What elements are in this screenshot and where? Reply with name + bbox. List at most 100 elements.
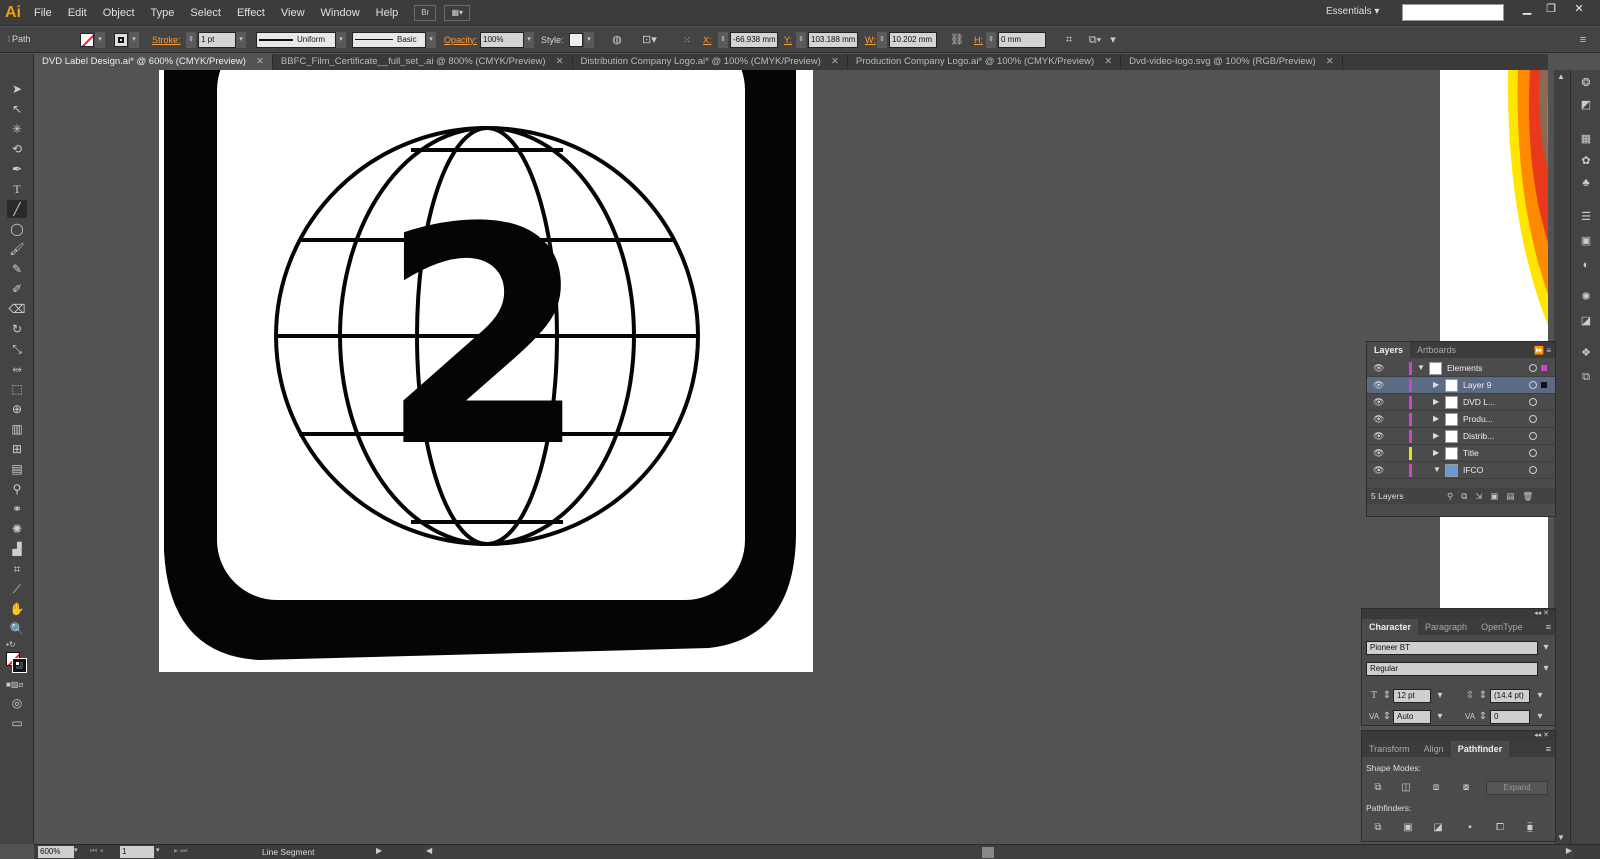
shape-builder-tool-icon[interactable]: ⊕	[7, 400, 27, 418]
lasso-tool-icon[interactable]: ⟲	[7, 140, 27, 158]
outline-icon[interactable]: ⧠	[1492, 821, 1508, 835]
layers-panel-icon[interactable]: ❖	[1579, 346, 1593, 360]
divide-icon[interactable]: ⧉	[1370, 821, 1386, 835]
y-label[interactable]: Y:	[784, 35, 792, 45]
arrange-documents-button[interactable]: ▦▾	[444, 4, 471, 21]
stroke-color-dropdown[interactable]: ▾	[129, 32, 139, 48]
width-tool-icon[interactable]: ⥈	[7, 360, 27, 378]
panel-menu-icon[interactable]: ≡	[1546, 744, 1555, 754]
artboard-nav-last-icon[interactable]: ▸ ⏭	[174, 846, 187, 856]
brush-field[interactable]: Basic	[352, 32, 426, 48]
panel-menu-icon[interactable]: ≡	[1546, 622, 1555, 632]
brush-dropdown[interactable]: ▾	[426, 32, 436, 48]
style-dropdown[interactable]: ▾	[584, 32, 594, 48]
horizontal-scrollbar[interactable]: ◀ ▶	[424, 845, 1574, 859]
status-tool-name[interactable]: Line Segment	[262, 847, 314, 857]
expand-triangle-icon[interactable]: ▶	[1433, 397, 1439, 406]
expand-triangle-icon[interactable]: ▶	[1433, 414, 1439, 423]
target-circle-icon[interactable]	[1529, 398, 1537, 406]
perspective-grid-tool-icon[interactable]: ▥	[7, 420, 27, 438]
kerning-stepper[interactable]: ⇕	[1382, 710, 1392, 724]
eyedropper-tool-icon[interactable]: ⚲	[7, 480, 27, 498]
scroll-down-icon[interactable]: ▼	[1557, 833, 1565, 842]
visibility-eye-icon[interactable]: 👁	[1373, 465, 1385, 475]
eraser-tool-icon[interactable]: ⌫	[7, 300, 27, 318]
help-search-input[interactable]	[1402, 4, 1504, 21]
zoom-field[interactable]: 600%	[38, 846, 74, 858]
fill-dropdown[interactable]: ▾	[95, 32, 105, 48]
tab-artboards[interactable]: Artboards	[1410, 342, 1463, 358]
kerning-dropdown[interactable]: ▾	[1432, 710, 1448, 724]
visibility-eye-icon[interactable]: 👁	[1373, 380, 1385, 390]
artboards-panel-icon[interactable]: ⧉	[1579, 370, 1593, 384]
menu-type[interactable]: Type	[143, 0, 183, 26]
expand-triangle-icon[interactable]: ▼	[1433, 465, 1441, 474]
secondary-artboard[interactable]	[1440, 70, 1548, 610]
crop-icon[interactable]: ▪	[1462, 821, 1478, 835]
column-graph-tool-icon[interactable]: ▟	[7, 540, 27, 558]
align-to-icon[interactable]: ⊡▾	[642, 33, 657, 47]
expand-triangle-icon[interactable]: ▶	[1433, 380, 1439, 389]
layer-row-distribution[interactable]: 👁 ▶ Distrib...	[1367, 428, 1555, 445]
layer-row-title[interactable]: 👁 ▶ Title	[1367, 445, 1555, 462]
collapse-panel-icon[interactable]: ⏩ ≡	[1534, 346, 1555, 355]
menu-effect[interactable]: Effect	[229, 0, 273, 26]
layer-row-dvd-label[interactable]: 👁 ▶ DVD L...	[1367, 394, 1555, 411]
menu-file[interactable]: File	[26, 0, 60, 26]
visibility-eye-icon[interactable]: 👁	[1373, 397, 1385, 407]
free-transform-tool-icon[interactable]: ⬚	[7, 380, 27, 398]
target-circle-icon[interactable]	[1529, 466, 1537, 474]
menu-more-icon[interactable]: ▾	[1106, 33, 1120, 47]
w-stepper[interactable]: ⇕	[877, 32, 887, 48]
layer-row-ifco[interactable]: 👁 ▼ IFCO	[1367, 462, 1555, 479]
menu-select[interactable]: Select	[182, 0, 229, 26]
control-panel-menu-icon[interactable]: ≡	[1576, 33, 1590, 47]
close-tab-icon[interactable]: ✕	[256, 56, 264, 67]
close-tab-icon[interactable]: ✕	[556, 56, 564, 67]
layer-row-production[interactable]: 👁 ▶ Produ...	[1367, 411, 1555, 428]
default-colors-icon[interactable]: ▪↻	[6, 640, 16, 649]
vertical-scrollbar[interactable]: ▲ ▼	[1554, 70, 1570, 844]
style-swatch[interactable]	[569, 33, 583, 47]
screen-mode-icon[interactable]: ▭	[7, 714, 27, 732]
leading-dropdown[interactable]: ▾	[1532, 689, 1548, 703]
selection-indicator[interactable]	[1541, 365, 1547, 371]
color-panel-icon[interactable]: ◩	[1579, 98, 1593, 112]
expand-button[interactable]: Expand	[1486, 781, 1548, 795]
font-style-field[interactable]: Regular	[1366, 662, 1538, 676]
visibility-eye-icon[interactable]: 👁	[1373, 363, 1385, 373]
paintbrush-tool-icon[interactable]: 🖌	[7, 240, 27, 258]
tab-distribution-logo[interactable]: Distribution Company Logo.ai* @ 100% (CM…	[573, 54, 848, 70]
restore-icon[interactable]: ❐	[1540, 2, 1562, 15]
blob-brush-tool-icon[interactable]: ✐	[7, 280, 27, 298]
symbol-sprayer-tool-icon[interactable]: ✺	[7, 520, 27, 538]
menu-window[interactable]: Window	[313, 0, 368, 26]
tab-opentype[interactable]: OpenType	[1474, 619, 1530, 635]
stroke-weight-stepper[interactable]: ⇕	[186, 32, 196, 48]
selection-indicator[interactable]	[1541, 382, 1547, 388]
pencil-tool-icon[interactable]: ✎	[7, 260, 27, 278]
layer-row-layer-9[interactable]: 👁 ▶ Layer 9	[1367, 377, 1555, 394]
opacity-dropdown[interactable]: ▾	[524, 32, 534, 48]
close-tab-icon[interactable]: ✕	[831, 56, 839, 67]
brushes-icon[interactable]: ✿	[1579, 154, 1593, 168]
x-label[interactable]: X:	[703, 35, 712, 45]
pen-tool-icon[interactable]: ✒	[7, 160, 27, 178]
h-label[interactable]: H:	[974, 35, 983, 45]
color-guide-icon[interactable]: ❂	[1579, 76, 1593, 90]
stroke-profile-field[interactable]: Uniform	[256, 32, 336, 48]
workspace-switcher[interactable]: Essentials ▾	[1326, 6, 1379, 17]
exclude-icon[interactable]: ⧇	[1458, 781, 1474, 795]
y-field[interactable]: 103.188 mm	[808, 32, 858, 48]
magic-wand-tool-icon[interactable]: ✳	[7, 120, 27, 138]
trim-icon[interactable]: ▣	[1400, 821, 1416, 835]
menu-help[interactable]: Help	[368, 0, 407, 26]
close-tab-icon[interactable]: ✕	[1326, 56, 1334, 67]
appearance-icon[interactable]: ✺	[1579, 290, 1593, 304]
gradient-tool-icon[interactable]: ▤	[7, 460, 27, 478]
scroll-up-icon[interactable]: ▲	[1557, 72, 1565, 81]
expand-triangle-icon[interactable]: ▶	[1433, 448, 1439, 457]
document-canvas[interactable]: 2	[34, 70, 1548, 844]
draw-mode-icon[interactable]: ◎	[7, 694, 27, 712]
scroll-left-icon[interactable]: ◀	[426, 846, 432, 855]
